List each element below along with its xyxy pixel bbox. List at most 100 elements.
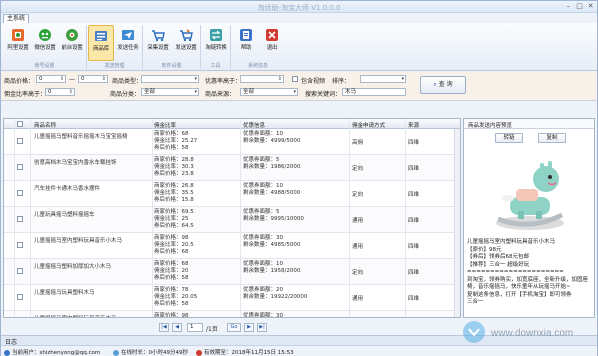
col-name[interactable]: 商品名称 [34, 121, 56, 129]
price-label: 商品价格： [4, 78, 35, 85]
svg-text:www.downxia.com: www.downxia.com [490, 328, 573, 339]
account-status: 当前用户：shizhenyong@qq.com [4, 348, 100, 356]
link-convert-button[interactable]: 淘链转换 [203, 25, 229, 61]
close-button[interactable]: ✕ [586, 2, 595, 11]
store-price: 商家价格：28.8 [154, 157, 194, 163]
ribbon-tab-bar: 主系统 [1, 13, 597, 23]
coupon-amount: 优惠券面额：5 [243, 157, 280, 163]
wechat-settings-button[interactable]: 微信设置 [32, 25, 58, 61]
store-price: 商家价格：78 [154, 287, 189, 293]
library-icon [94, 29, 108, 43]
product-name: 儿童摇摇马塑料音乐摇摇木马宝宝摇椅 [34, 134, 128, 140]
product-image [488, 153, 572, 237]
coupon-rate-input[interactable] [240, 75, 284, 83]
table-row[interactable]: 儿童摇摇马塑料加厚加大小木马 商家价格：68 佣金比率：20 券后价格：58 优惠券面额… [4, 259, 460, 285]
online-status: 在线时长：0小时49分49秒 [113, 348, 188, 356]
table-row[interactable]: 儿童摇摇马玩具塑料木马 商家价格：78 佣金比率：20.05 券后价格：58 优惠券面额… [4, 285, 460, 311]
maximize-button[interactable]: □ [575, 2, 584, 11]
source: 四维 [408, 140, 420, 146]
category-select[interactable]: 全部 [141, 88, 199, 96]
first-page-button[interactable]: |◀ [159, 323, 169, 332]
table-row[interactable]: ▸儿童摇摇马室内塑料玩具音乐木马商家价格：98佣金比率：20券后价格：68优惠券… [4, 311, 460, 318]
app-window: 淘优助-淘宝大师 V1.0.0.0 – □ ✕ 主系统 阿里设置 微信设置 前台… [0, 0, 598, 356]
sort-select[interactable] [360, 75, 406, 83]
apply-method: 定向 [352, 270, 364, 276]
commission-rate: 佣金比率：25 [154, 216, 189, 222]
row-checkbox[interactable] [17, 294, 23, 300]
source-select[interactable]: 全部 [240, 88, 298, 96]
remaining-count: 剩余数量：19922/20000 [243, 294, 308, 300]
go-button[interactable]: Go [227, 323, 241, 332]
exit-button[interactable]: 退出 [259, 25, 285, 61]
product-library-button[interactable]: 商品库 [88, 25, 114, 61]
page-input[interactable]: 1 [187, 323, 203, 332]
row-checkbox[interactable] [17, 190, 23, 196]
after-coupon-price: 券后价格：64.5 [154, 223, 194, 229]
front-settings-button[interactable]: 前台设置 [59, 25, 85, 61]
ribbon: 阿里设置 微信设置 前台设置 账号设置 商品库 发送任务 发送管理 采集设置 发… [1, 23, 597, 71]
video-checkbox[interactable] [292, 76, 298, 82]
price-separator: — [69, 76, 75, 83]
type-select[interactable] [141, 75, 199, 83]
col-coupon[interactable]: 优惠信息 [243, 121, 265, 129]
commission-input[interactable]: 0 [45, 88, 75, 96]
convert-link-button[interactable]: 转链 [495, 133, 523, 143]
next-page-button[interactable]: ▶ [244, 323, 254, 332]
table-row[interactable]: 儿童摇摇马塑料音乐摇摇木马宝宝摇椅 商家价格：68 佣金比率：25.27 券后价格：5… [4, 129, 460, 155]
preview-text: 儿童摇摇马室内塑料玩具音乐小木马 【原价】98元 【券后】领券后68元包邮 【推… [467, 239, 589, 305]
row-checkbox[interactable] [17, 242, 23, 248]
window-title: 淘优助-淘宝大师 V1.0.0.0 [257, 4, 341, 12]
table-row[interactable]: 儿童摇摇马室内塑料玩具音乐小木马 商家价格：98 佣金比率：20.5 券后价格：68 优… [4, 233, 460, 259]
price-max-input[interactable]: 0 [78, 75, 108, 83]
select-all-checkbox[interactable] [17, 121, 23, 127]
copy-button[interactable]: 复制 [538, 133, 566, 143]
commission-rate: 佣金比率：35.5 [154, 190, 194, 196]
remaining-count: 剩余数量：4988/5000 [243, 190, 301, 196]
product-name: 儿童摇摇马室内塑料玩具音乐木马 [34, 314, 117, 317]
keyword-input[interactable]: 木马 [342, 88, 406, 96]
col-source[interactable]: 来源 [408, 121, 419, 129]
table-row[interactable]: 创意高档木马宝宝内香水车载挂饰 商家价格：28.8 佣金比率：30.3 券后价格：23… [4, 155, 460, 181]
row-checkbox[interactable] [17, 164, 23, 170]
last-page-button[interactable]: ▶| [257, 323, 267, 332]
prev-page-button[interactable]: ◀ [172, 323, 182, 332]
coupon-amount: 优惠券面额：10 [243, 261, 283, 267]
row-checkbox[interactable] [17, 268, 23, 274]
price-min-input[interactable]: 0 [36, 75, 66, 83]
col-apply[interactable]: 佣金申请方式 [352, 121, 385, 129]
help-icon [239, 28, 253, 42]
col-commission[interactable]: 佣金比率 [154, 121, 176, 129]
row-checkbox[interactable] [17, 138, 23, 144]
minimize-button[interactable]: – [564, 2, 573, 11]
sort-label: 排序： [332, 78, 351, 85]
table-row[interactable]: 儿童玩具摇马塑料摇摇车 商家价格：69.5 佣金比率：25 券后价格：64.5 优惠券面… [4, 207, 460, 233]
store-price: 商家价格：69.5 [154, 209, 194, 215]
ali-icon [11, 28, 25, 42]
keyword-label: 搜索关键词： [305, 91, 342, 98]
type-label: 商品类型： [112, 78, 143, 85]
commission-rate: 佣金比率：20.05 [154, 294, 198, 300]
after-coupon-price: 券后价格：68 [154, 249, 189, 255]
expiry-status: 有效期至：2018年11月15日 15:53 [196, 348, 294, 356]
warning-icon [196, 349, 202, 356]
apply-method: 通用 [352, 244, 364, 250]
query-button[interactable]: ⌕ 查 询 [420, 76, 466, 94]
row-checkbox[interactable] [17, 216, 23, 222]
store-price: 商家价格：98 [154, 313, 189, 318]
table-scrollbar[interactable] [454, 129, 460, 317]
remaining-count: 剩余数量：4985/5000 [243, 242, 301, 248]
video-label: 包含视频 [301, 78, 326, 85]
preview-panel: 商品发送内容预览 转链 复制 儿童摇摇马室内塑料玩具音乐小木马 【原价】98元 [463, 118, 595, 318]
remaining-count: 剩余数量：1958/2000 [243, 268, 301, 274]
after-coupon-price: 券后价格：58 [154, 275, 189, 281]
tab-main-system[interactable]: 主系统 [3, 14, 29, 23]
ali-settings-button[interactable]: 阿里设置 [5, 25, 31, 61]
source: 四维 [408, 192, 420, 198]
send-settings-button[interactable]: 发送设置 [173, 25, 199, 61]
collect-settings-button[interactable]: 采集设置 [145, 25, 171, 61]
title-bar: 淘优助-淘宝大师 V1.0.0.0 – □ ✕ [1, 1, 597, 13]
product-table: 商品名称 佣金比率 优惠信息 佣金申请方式 来源 儿童摇摇马塑料音乐摇摇木马宝宝… [3, 118, 461, 318]
table-row[interactable]: 汽车挂件卡通木马香水摆件 商家价格：26.8 佣金比率：35.5 券后价格：15.8 优… [4, 181, 460, 207]
send-task-button[interactable]: 发送任务 [115, 25, 141, 61]
help-button[interactable]: 帮助 [233, 25, 259, 61]
